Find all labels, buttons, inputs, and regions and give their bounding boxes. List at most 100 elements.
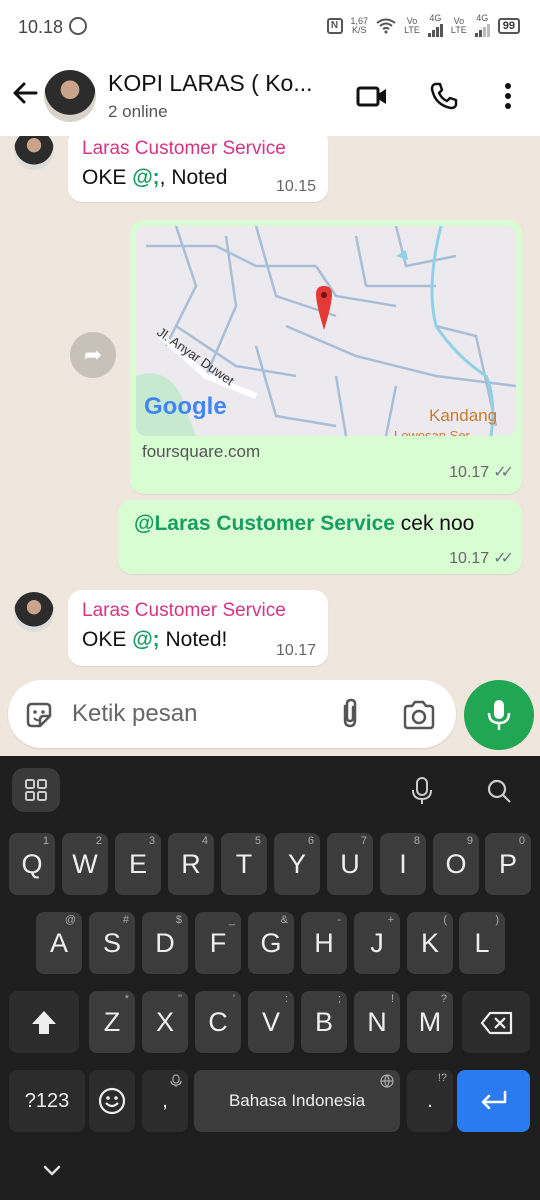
- message-input[interactable]: Ketik pesan: [72, 700, 197, 728]
- attach-icon[interactable]: [336, 698, 364, 730]
- location-link[interactable]: foursquare.com: [142, 442, 260, 462]
- net1: 4G: [427, 13, 443, 37]
- symbols-key[interactable]: ?123: [9, 1070, 85, 1132]
- keyboard-search-icon[interactable]: [486, 778, 512, 804]
- key-label: T: [235, 849, 253, 879]
- space-key[interactable]: Bahasa Indonesia: [194, 1070, 400, 1132]
- key-label: .: [427, 1090, 433, 1112]
- map-image: Jl. Anyar Duwet Kandang Lowosan Ser Goog…: [136, 226, 516, 436]
- chat-subtitle[interactable]: 2 online: [108, 102, 168, 122]
- sender-avatar[interactable]: [14, 592, 54, 632]
- forward-icon[interactable]: ➦: [70, 332, 116, 378]
- video-call-icon[interactable]: [356, 80, 388, 112]
- location-message[interactable]: Jl. Anyar Duwet Kandang Lowosan Ser Goog…: [130, 220, 522, 494]
- key-q[interactable]: 1Q: [9, 833, 55, 895]
- keyboard-menu-button[interactable]: [12, 768, 60, 812]
- key-y[interactable]: 6Y: [274, 833, 320, 895]
- group-avatar[interactable]: [44, 70, 96, 122]
- key-e[interactable]: 3E: [115, 833, 161, 895]
- key-d[interactable]: $ D: [142, 912, 188, 974]
- back-arrow-icon[interactable]: [10, 78, 40, 108]
- microphone-icon: [487, 700, 511, 730]
- sticker-icon[interactable]: [24, 700, 54, 730]
- key-hint: -: [337, 914, 341, 926]
- net1-label: 4G: [429, 13, 442, 23]
- key-label: D: [155, 928, 175, 958]
- period-key[interactable]: !?.: [407, 1070, 453, 1132]
- outgoing-message[interactable]: @Laras Customer Service cek noo 10.17 ✓✓: [118, 500, 522, 574]
- key-p[interactable]: 0P: [485, 833, 531, 895]
- message-prefix: OKE: [82, 628, 133, 651]
- key-z[interactable]: * Z: [89, 991, 135, 1053]
- status-bar: 10.18 N 1,67 K/S Vo LTE 4G Vo LTE 4G 99: [0, 0, 540, 54]
- enter-key[interactable]: [457, 1070, 530, 1132]
- key-v[interactable]: :V: [248, 991, 294, 1053]
- key-hint: 5: [254, 835, 261, 847]
- sender-name[interactable]: Laras Customer Service: [82, 138, 314, 160]
- key-m[interactable]: ? M: [407, 991, 453, 1053]
- more-options-icon[interactable]: [492, 80, 524, 112]
- key-hint: 8: [413, 835, 420, 847]
- key-label: J: [370, 928, 384, 958]
- nfc-icon: N: [326, 17, 343, 34]
- key-label: V: [261, 1007, 280, 1037]
- voice-call-icon[interactable]: [428, 80, 460, 112]
- message-body: , Noted: [159, 166, 228, 189]
- key-hint: (: [443, 914, 447, 926]
- hide-keyboard-chevron-down-icon[interactable]: [40, 1158, 64, 1182]
- key-label: H: [314, 928, 334, 958]
- key-label: ,: [162, 1090, 168, 1112]
- key-c[interactable]: ' C: [195, 991, 241, 1053]
- key-hint: 6: [307, 835, 314, 847]
- key-r[interactable]: 4R: [168, 833, 214, 895]
- sender-name[interactable]: Laras Customer Service: [82, 600, 314, 622]
- key-k[interactable]: (K: [407, 912, 453, 974]
- map-preview[interactable]: Jl. Anyar Duwet Kandang Lowosan Ser Goog…: [136, 226, 516, 436]
- key-b[interactable]: ; B: [301, 991, 347, 1053]
- key-x[interactable]: " X: [142, 991, 188, 1053]
- mention[interactable]: @Laras Customer Service: [134, 512, 395, 535]
- voice-record-button[interactable]: [464, 680, 534, 750]
- key-a[interactable]: @ A: [36, 912, 82, 974]
- key-j[interactable]: + J: [354, 912, 400, 974]
- read-ticks-icon: ✓✓: [493, 464, 514, 481]
- key-hint: 1: [42, 835, 49, 847]
- key-hint: @: [64, 914, 76, 926]
- key-label: Y: [287, 849, 306, 879]
- sender-avatar[interactable]: [14, 136, 54, 170]
- mention[interactable]: @;: [132, 166, 159, 189]
- message-time: 10.15: [275, 178, 316, 195]
- key-hint: :: [284, 993, 288, 1005]
- chat-area[interactable]: Laras Customer Service OKE @;, Noted 10.…: [0, 136, 540, 756]
- key-o[interactable]: 9O: [433, 833, 479, 895]
- key-f[interactable]: _ F: [195, 912, 241, 974]
- voice-input-icon[interactable]: [410, 776, 434, 806]
- message-body: Noted!: [159, 628, 228, 651]
- key-w[interactable]: 2W: [62, 833, 108, 895]
- time-text: 10.17: [449, 464, 490, 481]
- incoming-message[interactable]: Laras Customer Service OKE @;, Noted 10.…: [68, 136, 328, 202]
- key-label: A: [49, 928, 68, 958]
- speed-unit: K/S: [352, 24, 367, 35]
- emoji-key[interactable]: [89, 1070, 135, 1132]
- backspace-key[interactable]: [462, 991, 530, 1053]
- globe-icon: [380, 1074, 394, 1088]
- key-t[interactable]: 5T: [221, 833, 267, 895]
- shift-key[interactable]: [9, 991, 79, 1053]
- key-h[interactable]: -H: [301, 912, 347, 974]
- key-hint: 2: [95, 835, 102, 847]
- incoming-message[interactable]: Laras Customer Service OKE @; Noted! 10.…: [68, 590, 328, 666]
- key-g[interactable]: & G: [248, 912, 294, 974]
- key-hint: #: [122, 914, 129, 926]
- signal-1-icon: [427, 23, 443, 37]
- mention[interactable]: @;: [132, 628, 159, 651]
- key-s[interactable]: # S: [89, 912, 135, 974]
- key-n[interactable]: ! N: [354, 991, 400, 1053]
- key-u[interactable]: 7U: [327, 833, 373, 895]
- camera-icon[interactable]: [402, 700, 436, 730]
- key-l[interactable]: ) L: [459, 912, 505, 974]
- chat-title[interactable]: KOPI LARAS ( Ko...: [108, 70, 313, 97]
- key-i[interactable]: 8I: [380, 833, 426, 895]
- comma-key[interactable]: ,: [142, 1070, 188, 1132]
- message-input-bar[interactable]: Ketik pesan: [8, 680, 456, 748]
